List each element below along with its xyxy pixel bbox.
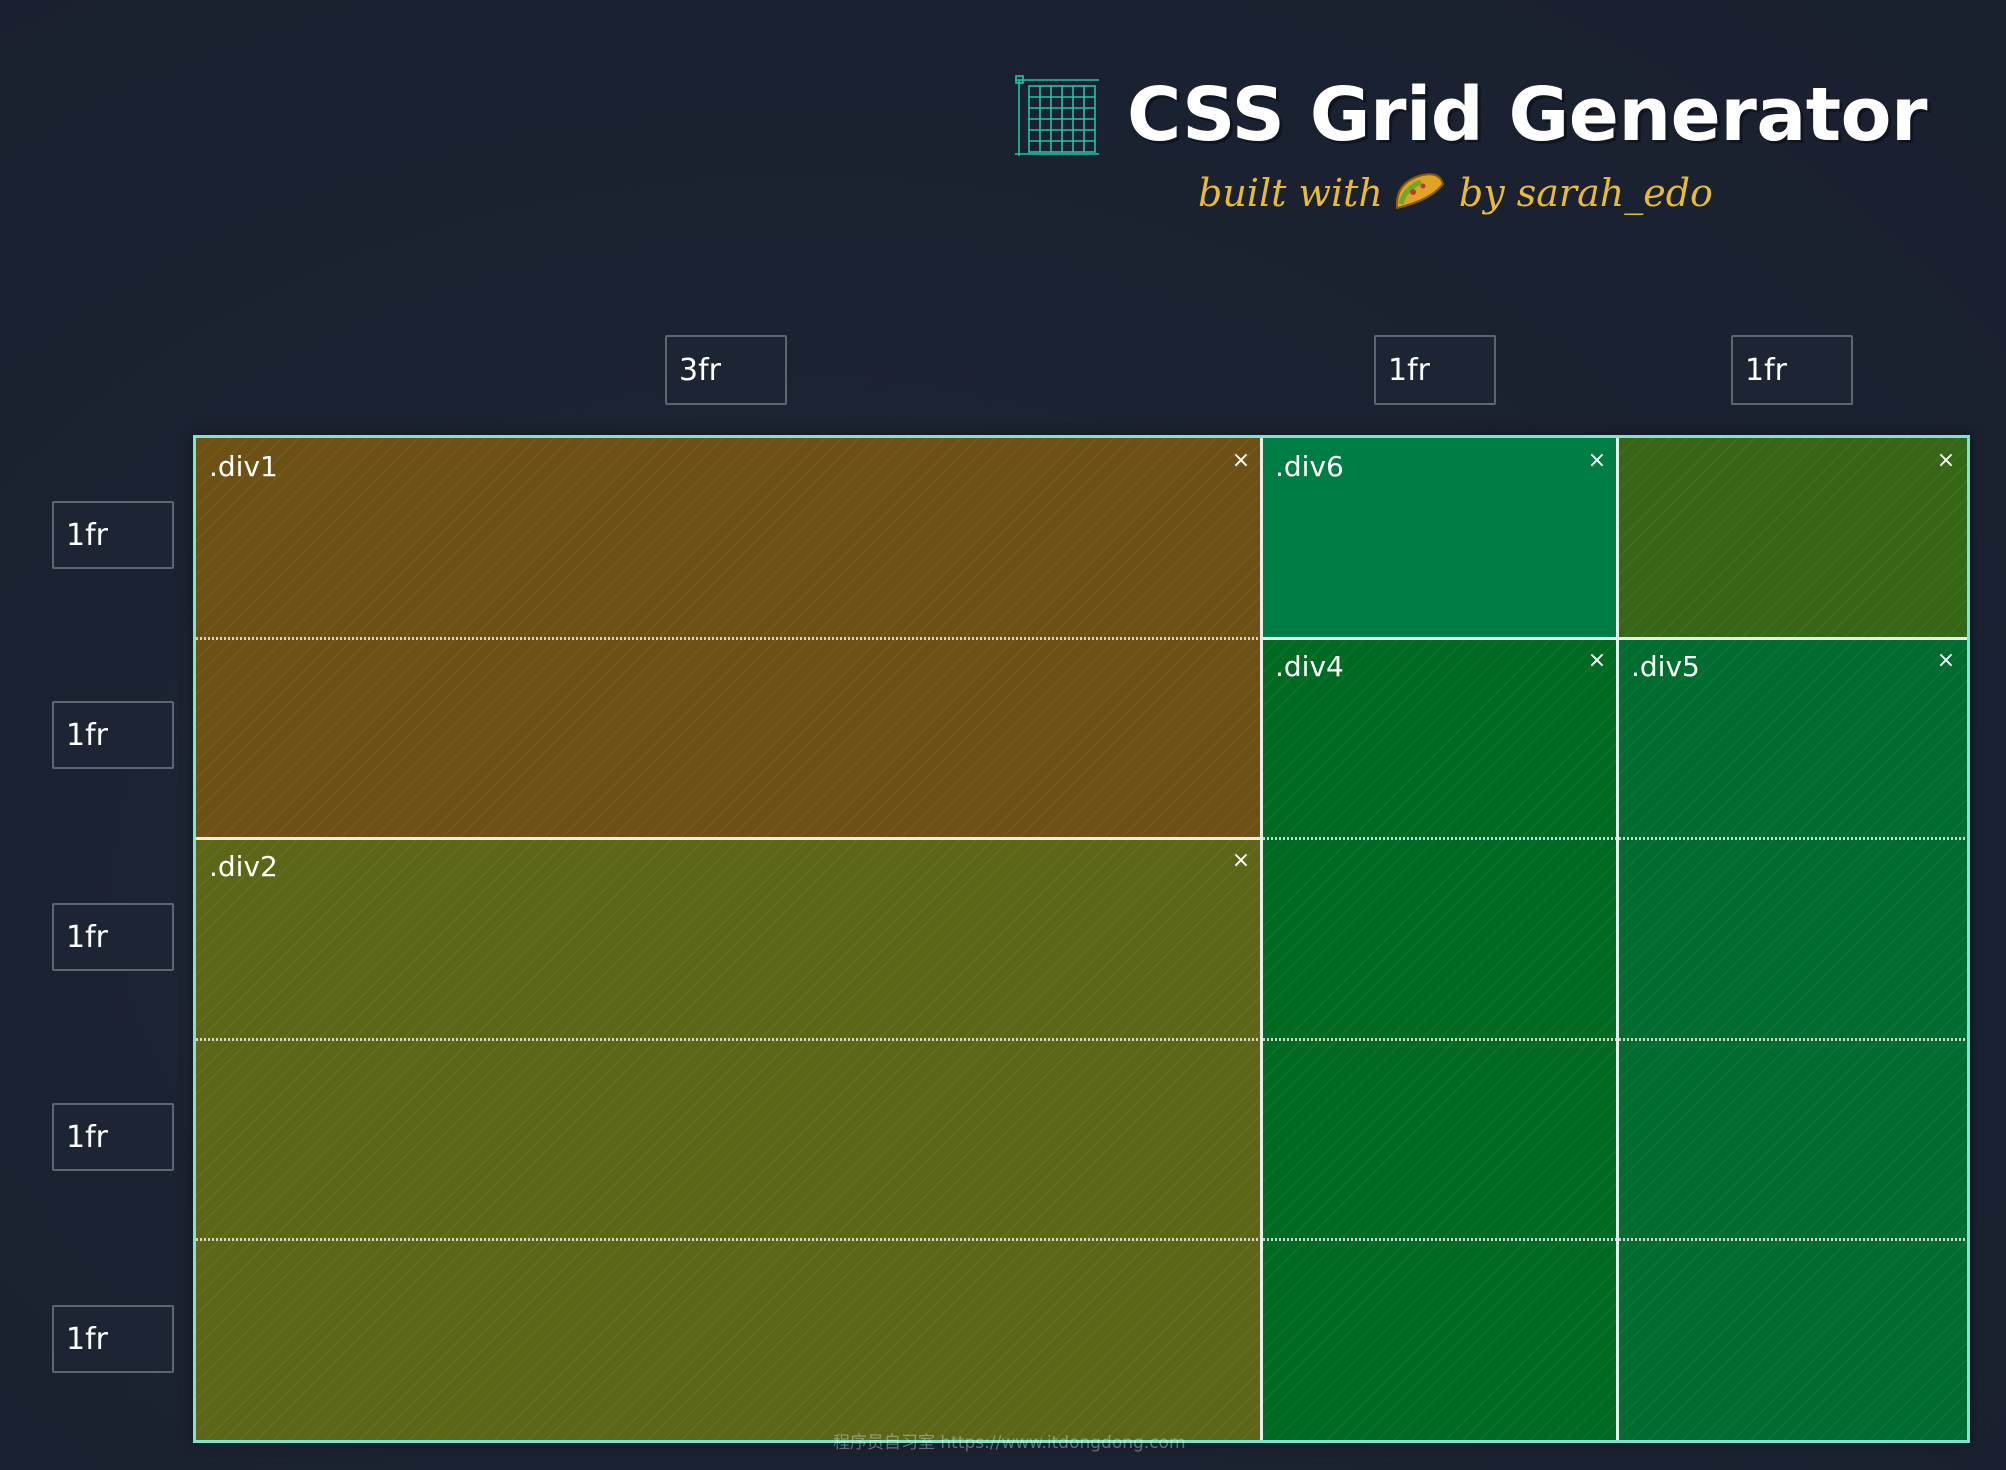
subtitle-prefix: built with [1198, 171, 1383, 215]
header: CSS Grid Generator built with by sarah_e… [1015, 70, 1927, 230]
row-3-input[interactable] [52, 903, 174, 971]
area-label: .div1 [209, 450, 278, 483]
close-icon[interactable]: × [1228, 448, 1254, 474]
area-label: .div2 [209, 850, 278, 883]
grid-line-row [1263, 1238, 1967, 1241]
grid-line-row [1263, 1038, 1967, 1041]
grid-line-area-boundary [1262, 637, 1967, 640]
grid-canvas[interactable]: .div1 × .div2 × .div6 × × .div4 × .div5 … [193, 435, 1970, 1443]
subtitle-suffix: by sarah_edo [1458, 171, 1713, 215]
area-label: .div6 [1275, 450, 1344, 483]
column-1-input[interactable] [665, 335, 787, 405]
close-icon[interactable]: × [1584, 648, 1610, 674]
area-label: .div5 [1631, 650, 1700, 683]
taco-icon [1395, 173, 1444, 210]
grid-line-row [196, 1238, 1260, 1241]
row-2-input[interactable] [52, 701, 174, 769]
subtitle: built with by sarah_edo [1198, 165, 1713, 221]
row-1-input[interactable] [52, 501, 174, 569]
page: CSS Grid Generator built with by sarah_e… [0, 0, 2006, 1470]
grid-line-col-2 [1616, 438, 1619, 1440]
page-title: CSS Grid Generator [1127, 72, 1927, 158]
close-icon[interactable]: × [1933, 648, 1959, 674]
grid-line-area-boundary [196, 837, 1262, 840]
watermark: 程序员自习室 https://www.itdongdong.com [833, 1433, 1186, 1453]
area-label: .div4 [1275, 650, 1344, 683]
close-icon[interactable]: × [1228, 848, 1254, 874]
row-5-input[interactable] [52, 1305, 174, 1373]
grid-line-col-1 [1260, 438, 1263, 1440]
row-4-input[interactable] [52, 1103, 174, 1171]
grid-icon [1015, 75, 1099, 156]
grid-line-row [1263, 837, 1967, 840]
column-2-input[interactable] [1374, 335, 1496, 405]
grid-area-div6[interactable]: .div6 × [1262, 438, 1618, 638]
close-icon[interactable]: × [1933, 448, 1959, 474]
grid-line-row [196, 1038, 1260, 1041]
column-3-input[interactable] [1731, 335, 1853, 405]
grid-area-unnamed[interactable]: × [1618, 438, 1967, 638]
grid-area-div2[interactable]: .div2 × [196, 838, 1262, 1440]
close-icon[interactable]: × [1584, 448, 1610, 474]
grid-line-row [196, 637, 1260, 640]
